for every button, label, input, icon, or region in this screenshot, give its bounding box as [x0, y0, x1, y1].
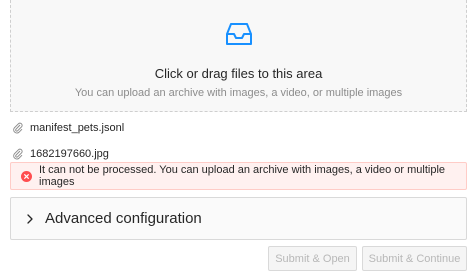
- paperclip-icon: [13, 122, 23, 134]
- file-item[interactable]: 1682197660.jpg: [10, 144, 467, 164]
- advanced-configuration-label: Advanced configuration: [45, 210, 202, 227]
- submit-continue-button[interactable]: Submit & Continue: [362, 246, 467, 271]
- create-task-form: Click or drag files to this area You can…: [0, 0, 474, 279]
- close-circle-icon: [21, 170, 32, 182]
- paperclip-icon: [13, 148, 23, 160]
- error-message: It can not be processed. You can upload …: [39, 164, 446, 188]
- file-item[interactable]: manifest_pets.jsonl: [10, 118, 467, 138]
- error-alert: It can not be processed. You can upload …: [10, 162, 467, 190]
- file-name: manifest_pets.jsonl: [30, 122, 125, 134]
- submit-open-button[interactable]: Submit & Open: [268, 246, 357, 271]
- chevron-right-icon: [27, 213, 33, 224]
- dropzone-title: Click or drag files to this area: [154, 66, 323, 81]
- file-dropzone[interactable]: Click or drag files to this area You can…: [10, 0, 467, 112]
- inbox-icon: [225, 23, 252, 45]
- advanced-configuration-panel[interactable]: Advanced configuration: [10, 197, 467, 240]
- file-name: 1682197660.jpg: [30, 148, 109, 160]
- dropzone-hint: You can upload an archive with images, a…: [74, 87, 403, 99]
